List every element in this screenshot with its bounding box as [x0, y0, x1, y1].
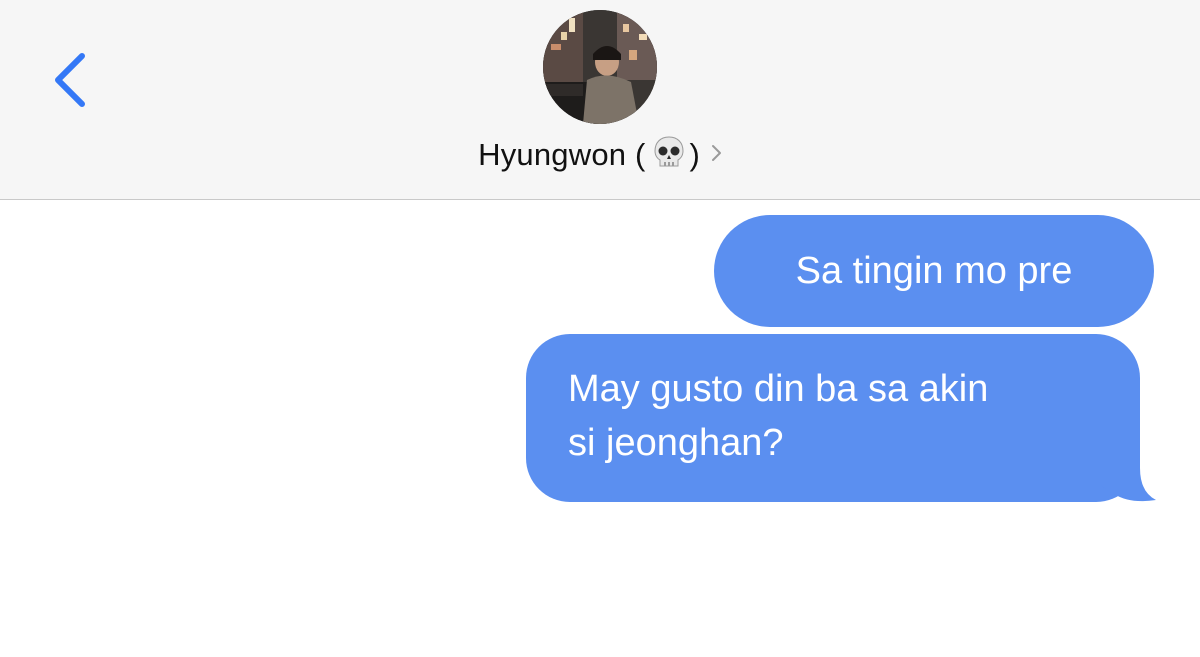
back-button[interactable]: [40, 40, 100, 120]
message-text: Sa tingin mo pre: [795, 250, 1073, 292]
contact-name-row[interactable]: Hyungwon ( ): [0, 132, 1200, 178]
contact-photo: [543, 10, 657, 124]
message-bubble-outgoing[interactable]: May gusto din ba sa akin si jeonghan?: [526, 334, 1140, 502]
conversation-header: Hyungwon ( ): [0, 0, 1200, 200]
chevron-left-icon: [55, 53, 85, 107]
message-bubble-outgoing[interactable]: Sa tingin mo pre: [714, 215, 1154, 327]
bubble-tail: [1100, 440, 1156, 502]
message-text: May gusto din ba sa akin si jeonghan?: [568, 368, 989, 464]
contact-name-suffix: ): [689, 137, 700, 172]
contact-name: Hyungwon (: [478, 137, 646, 172]
chevron-right-icon: [710, 143, 722, 168]
skull-icon: [652, 135, 686, 176]
avatar[interactable]: [543, 10, 657, 124]
messages-screen: Hyungwon ( ) Sa tingin mo pre May gusto …: [0, 0, 1200, 657]
